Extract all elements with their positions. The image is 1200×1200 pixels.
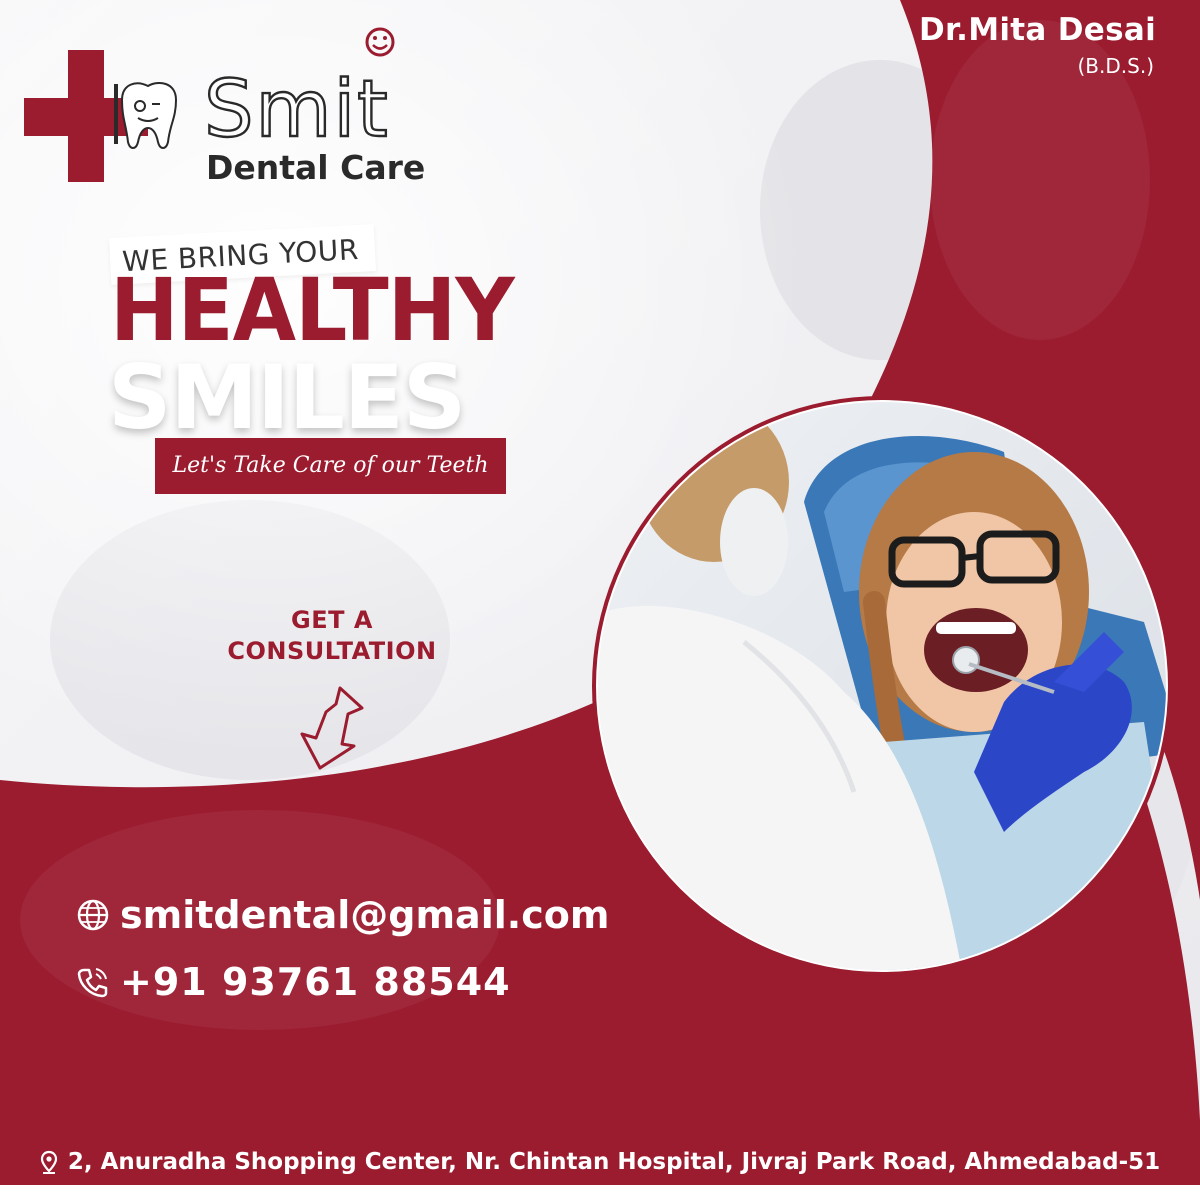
footer-strip xyxy=(0,1185,1200,1200)
footer-address: 2, Anuradha Shopping Center, Nr. Chintan… xyxy=(67,1149,1161,1175)
script-tagline: Let's Take Care of our Teeth xyxy=(155,438,506,494)
headline-smiles: SMILES xyxy=(108,346,466,449)
email-text[interactable]: smitdental@gmail.com xyxy=(120,893,609,937)
email-row: smitdental@gmail.com xyxy=(76,893,609,937)
arrow-down-icon xyxy=(300,686,364,770)
doctor-name: Dr.Mita Desai xyxy=(918,12,1156,48)
poster: Smit Dental Care Dr.Mita Desai (B.D.S.) … xyxy=(0,0,1200,1200)
headline-healthy: HEALTHY xyxy=(110,260,515,362)
globe-icon xyxy=(77,899,109,931)
phone-text[interactable]: +91 93761 88544 xyxy=(120,960,511,1004)
footer-bar: 2, Anuradha Shopping Center, Nr. Chintan… xyxy=(0,1139,1200,1185)
tooth-mascot-icon xyxy=(114,82,178,149)
location-pin-icon xyxy=(40,1150,57,1174)
patient-photo xyxy=(592,396,1172,976)
phone-row: +91 93761 88544 xyxy=(76,960,511,1004)
smiley-icon xyxy=(365,27,395,57)
brand-wordmark: Smit xyxy=(204,65,390,155)
doctor-block: Dr.Mita Desai (B.D.S.) xyxy=(919,12,1156,78)
doctor-degree: (B.D.S.) xyxy=(1077,54,1155,78)
cta-text[interactable]: GET A CONSULTATION xyxy=(200,605,464,667)
brand-subtitle: Dental Care xyxy=(206,148,426,187)
phone-icon xyxy=(77,968,108,998)
